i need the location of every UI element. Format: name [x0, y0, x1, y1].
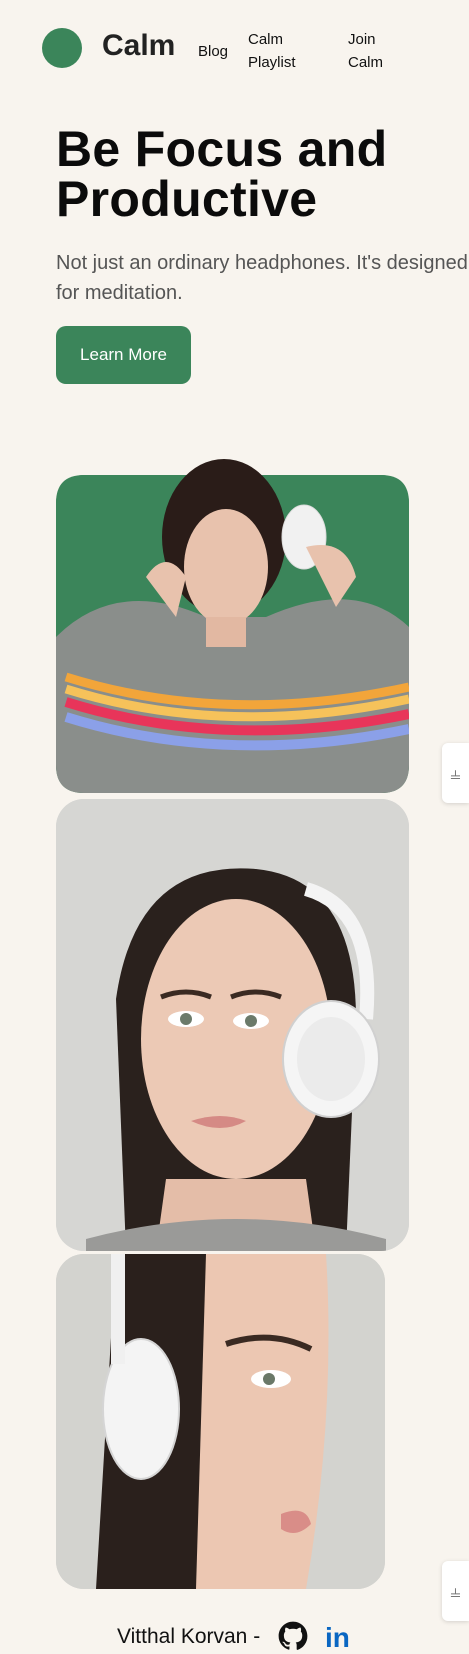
hero-subtitle: Not just an ordinary headphones. It's de… [56, 248, 469, 308]
woman-headphones-portrait [56, 799, 409, 1251]
photo-1-illustration [56, 459, 409, 793]
feedback-tab-hotjar-icon-2[interactable]: ⫨ [442, 1561, 469, 1621]
hero-title-line1: Be Focus and [56, 121, 388, 177]
feedback-tab-hotjar-icon[interactable]: ⫨ [442, 743, 469, 803]
site-footer: Vitthal Korvan - in [0, 1618, 469, 1654]
woman-headphones-side-view [56, 1254, 385, 1589]
linkedin-icon[interactable]: in [325, 1622, 350, 1654]
logo-icon[interactable] [42, 28, 82, 68]
hero-title: Be Focus and Productive [56, 124, 387, 224]
nav-join-calm-label: Join Calm [348, 31, 384, 71]
photo-3-illustration [56, 1254, 385, 1589]
woman-with-headphones-green-background [56, 459, 409, 793]
github-icon[interactable] [278, 1621, 308, 1651]
photo-2-illustration [56, 799, 409, 1251]
hero-subtitle-line2: for meditation. [56, 282, 183, 304]
nav-calm-playlist-label: Calm Playlist [248, 31, 296, 71]
author-name: Vitthal Korvan - [117, 1625, 261, 1648]
learn-more-button[interactable]: Learn More [56, 326, 191, 384]
hero-subtitle-line1: Not just an ordinary headphones. It's de… [56, 252, 468, 274]
nav-join-calm[interactable]: Join Calm [348, 28, 418, 74]
brand-name[interactable]: Calm [102, 29, 175, 63]
nav-calm-playlist[interactable]: Calm Playlist [248, 28, 328, 74]
site-header: Calm Blog Calm Playlist Join Calm [0, 0, 469, 100]
nav-blog[interactable]: Blog [198, 40, 228, 63]
hero-title-line2: Productive [56, 171, 318, 227]
